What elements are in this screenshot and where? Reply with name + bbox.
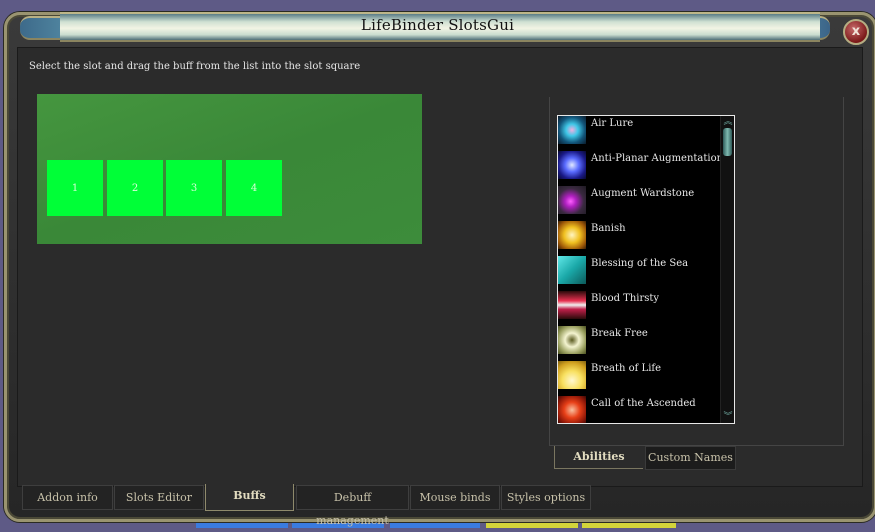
breath-of-life-icon xyxy=(558,361,586,389)
tab-mouse-binds[interactable]: Mouse binds xyxy=(410,485,500,510)
tab-buffs[interactable]: Buffs xyxy=(205,484,294,511)
buff-label: Blessing of the Sea xyxy=(591,258,689,269)
close-icon: x xyxy=(851,24,861,39)
buff-item-break-free[interactable]: Break Free xyxy=(558,326,718,361)
scroll-down-icon[interactable]: ︾ xyxy=(722,412,734,422)
slot-3[interactable]: 3 xyxy=(166,160,222,216)
background-bar xyxy=(196,522,288,528)
scroll-up-icon[interactable]: ︽ xyxy=(722,117,734,127)
break-free-icon xyxy=(558,326,586,354)
buff-item-anti-planar-augmentation[interactable]: Anti-Planar Augmentation xyxy=(558,151,723,186)
buff-item-air-lure[interactable]: Air Lure xyxy=(558,116,718,151)
buff-item-breath-of-life[interactable]: Breath of Life xyxy=(558,361,718,396)
subtab-custom-names[interactable]: Custom Names xyxy=(645,446,736,470)
tab-styles-options[interactable]: Styles options xyxy=(501,485,591,510)
buff-list-scrollbar[interactable]: ︽ ︾ xyxy=(720,116,734,423)
window-title: LifeBinder SlotsGui xyxy=(360,16,515,34)
tab-slots-editor[interactable]: Slots Editor xyxy=(114,485,204,510)
buff-label: Banish xyxy=(591,223,626,234)
banish-icon xyxy=(558,221,586,249)
tab-debuff-management[interactable]: Debuff management xyxy=(296,485,409,527)
slot-label: 3 xyxy=(190,182,198,194)
buff-item-blessing-of-the-sea[interactable]: Blessing of the Sea xyxy=(558,256,718,291)
background-bar xyxy=(390,522,480,528)
buff-label: Blood Thirsty xyxy=(591,293,660,304)
background-bar xyxy=(582,522,676,528)
air-lure-icon xyxy=(558,116,586,144)
instruction-text: Select the slot and drag the buff from t… xyxy=(29,61,361,72)
blood-thirsty-icon xyxy=(558,291,586,319)
subtab-abilities[interactable]: Abilities xyxy=(554,446,643,469)
scroll-thumb[interactable] xyxy=(723,128,732,156)
tab-addon-info[interactable]: Addon info xyxy=(22,485,113,510)
buff-label: Air Lure xyxy=(591,118,634,129)
buff-item-blood-thirsty[interactable]: Blood Thirsty xyxy=(558,291,718,326)
augment-wardstone-icon xyxy=(558,186,586,214)
buff-list[interactable]: Air Lure Anti-Planar Augmentation Augmen… xyxy=(557,115,735,424)
buff-label: Breath of Life xyxy=(591,363,662,374)
close-button[interactable]: x xyxy=(843,19,869,45)
buff-item-augment-wardstone[interactable]: Augment Wardstone xyxy=(558,186,718,221)
buff-item-call-of-the-ascended[interactable]: Call of the Ascended xyxy=(558,396,718,423)
content-panel: Select the slot and drag the buff from t… xyxy=(17,47,863,487)
slot-2[interactable]: 2 xyxy=(107,160,163,216)
buff-label: Anti-Planar Augmentation xyxy=(591,153,724,164)
call-of-the-ascended-icon xyxy=(558,396,586,423)
buff-panel: Air Lure Anti-Planar Augmentation Augmen… xyxy=(549,97,844,446)
slot-label: 1 xyxy=(71,182,79,194)
slot-area: 1 2 3 4 xyxy=(37,94,422,244)
slots-gui-window: LifeBinder SlotsGui x Select the slot an… xyxy=(0,0,875,527)
buff-item-banish[interactable]: Banish xyxy=(558,221,718,256)
buff-label: Break Free xyxy=(591,328,648,339)
background-bar xyxy=(486,522,578,528)
slot-1[interactable]: 1 xyxy=(47,160,103,216)
buff-label: Call of the Ascended xyxy=(591,398,696,409)
anti-planar-augmentation-icon xyxy=(558,151,586,179)
slot-label: 2 xyxy=(131,182,139,194)
slot-label: 4 xyxy=(250,182,258,194)
slot-4[interactable]: 4 xyxy=(226,160,282,216)
buff-label: Augment Wardstone xyxy=(591,188,695,199)
blessing-of-the-sea-icon xyxy=(558,256,586,284)
